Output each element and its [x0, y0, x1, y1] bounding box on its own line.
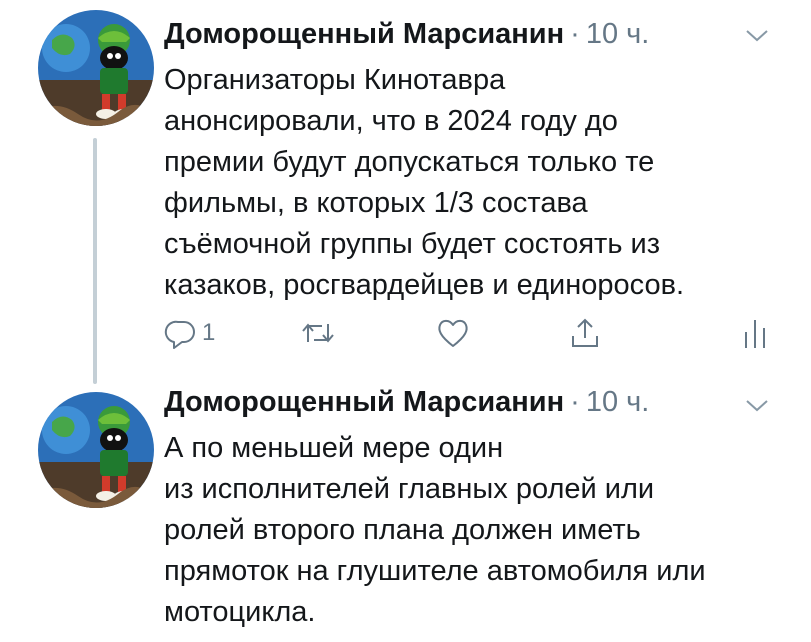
tweet-text-line: фильмы, в которых 1/3 состава [164, 187, 588, 219]
heart-icon [438, 319, 468, 347]
reply-count: 1 [202, 319, 216, 346]
tweet-text-line: из исполнителей главных ролей или [164, 473, 655, 505]
analytics-icon [745, 320, 765, 348]
tweet-header: Доморощенный Марсианин · 10 ч. [164, 18, 649, 58]
reply-icon [164, 320, 195, 349]
retweet-icon [302, 323, 334, 343]
tweet-text-line: мотоцикла. [164, 596, 316, 628]
tweet-text-line: съёмочной группы будет состоять из [164, 228, 661, 260]
separator: · [570, 386, 580, 418]
avatar[interactable] [38, 10, 154, 126]
separator: · [570, 18, 580, 50]
tweet-text-line: казаков, росгвардейцев и единоросов. [164, 269, 685, 301]
analytics-button[interactable] [740, 316, 770, 350]
thread-line [93, 138, 97, 384]
timestamp[interactable]: 10 ч. [586, 18, 649, 51]
tweet-text-line: А по меньшей мере один [164, 432, 504, 464]
tweet-text-line: прямоток на глушителе автомобиля или [164, 555, 706, 587]
like-button[interactable] [436, 316, 470, 350]
tweet-text: А по меньшей мере один из исполнителей г… [164, 428, 774, 633]
author-name[interactable]: Доморощенный Марсианин [164, 386, 564, 419]
tweet-header: Доморощенный Марсианин · 10 ч. [164, 386, 649, 426]
author-name[interactable]: Доморощенный Марсианин [164, 18, 564, 51]
tweet-text-line: премии будут допускаться только те [164, 146, 655, 178]
avatar[interactable] [38, 392, 154, 508]
retweet-button[interactable] [300, 316, 336, 350]
share-button[interactable] [568, 316, 602, 350]
tweet-text-line: Организаторы Кинотавра [164, 64, 506, 96]
chevron-down-icon[interactable] [745, 398, 769, 414]
timestamp[interactable]: 10 ч. [586, 386, 649, 419]
tweet-text: Организаторы Кинотавра анонсировали, что… [164, 60, 774, 306]
tweet-text-line: ролей второго плана должен иметь [164, 514, 641, 546]
tweet-actions: 1 [164, 316, 774, 352]
chevron-down-icon[interactable] [745, 28, 769, 44]
share-icon [572, 318, 598, 347]
tweet-text-line: анонсировали, что в 2024 году до [164, 105, 618, 137]
reply-button[interactable]: 1 [164, 316, 215, 350]
